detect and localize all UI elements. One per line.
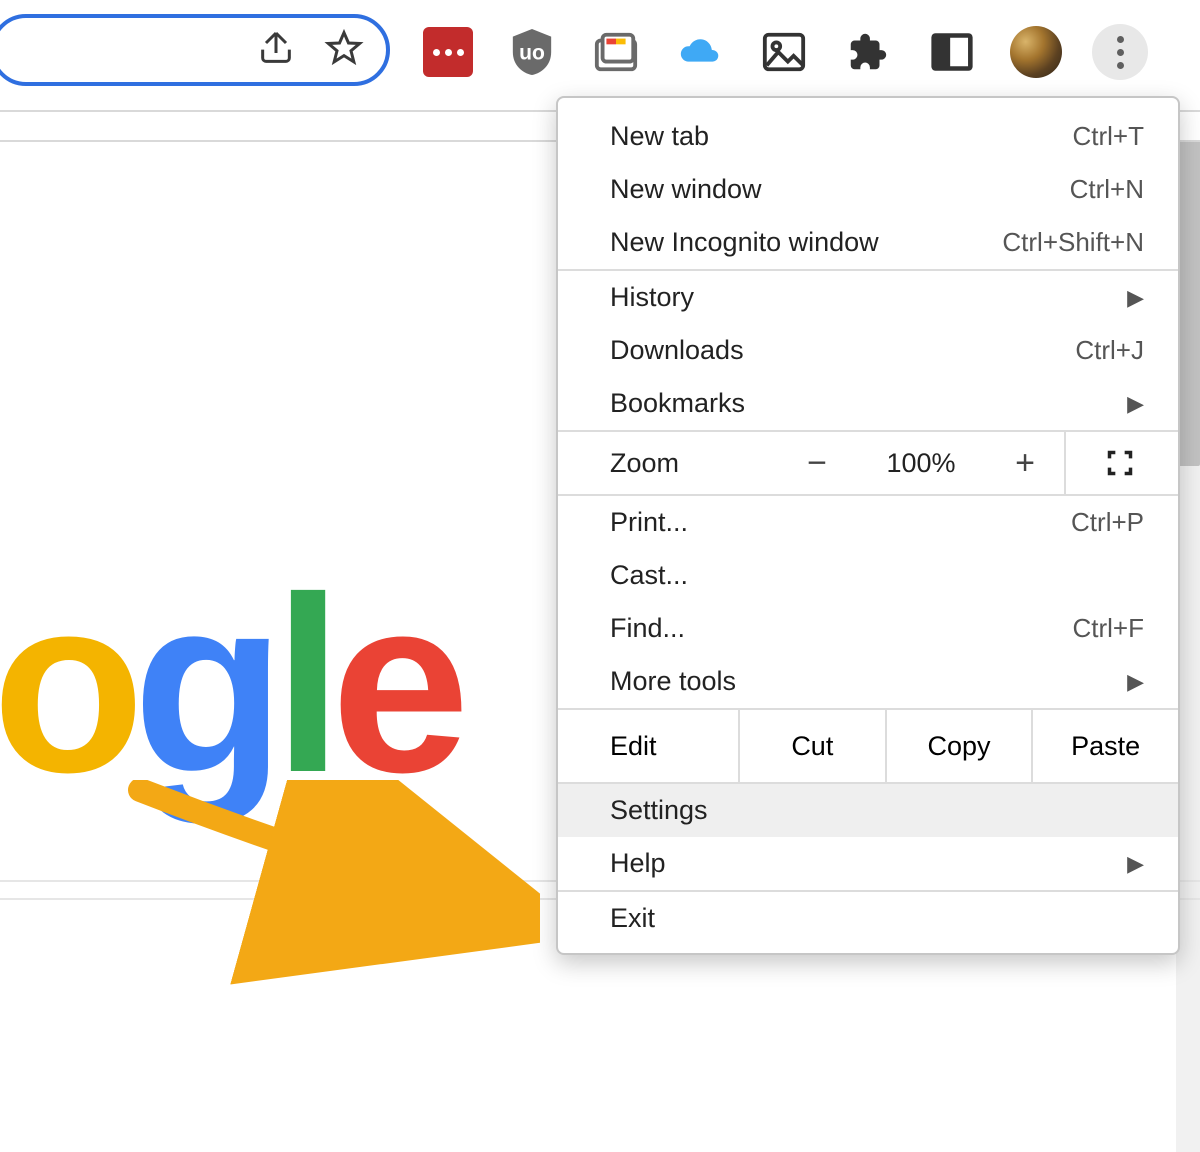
google-logo-g: g: [133, 545, 274, 824]
menu-new-incognito-label: New Incognito window: [610, 227, 1002, 258]
menu-print[interactable]: Print... Ctrl+P: [558, 496, 1178, 549]
ublock-icon[interactable]: uo: [504, 24, 560, 80]
extensions-icon[interactable]: [840, 24, 896, 80]
toolbar-icons: uo: [420, 24, 1148, 80]
zoom-value: 100%: [856, 432, 986, 494]
image-icon[interactable]: [756, 24, 812, 80]
menu-help-label: Help: [610, 848, 1117, 879]
address-bar[interactable]: [0, 14, 390, 86]
menu-settings[interactable]: Settings: [558, 784, 1178, 837]
menu-zoom-row: Zoom − 100% +: [558, 432, 1178, 494]
menu-print-shortcut: Ctrl+P: [1071, 507, 1144, 538]
google-logo-l: l: [273, 545, 330, 824]
edit-copy-button[interactable]: Copy: [885, 710, 1032, 782]
submenu-arrow-icon: ▶: [1127, 669, 1144, 695]
menu-downloads-shortcut: Ctrl+J: [1075, 335, 1144, 366]
menu-new-tab-label: New tab: [610, 121, 1073, 152]
menu-settings-label: Settings: [610, 795, 1144, 826]
menu-new-tab-shortcut: Ctrl+T: [1073, 121, 1145, 152]
google-logo: ogle: [0, 560, 458, 810]
menu-find[interactable]: Find... Ctrl+F: [558, 602, 1178, 655]
menu-downloads-label: Downloads: [610, 335, 1075, 366]
menu-new-incognito-shortcut: Ctrl+Shift+N: [1002, 227, 1144, 258]
side-panel-icon[interactable]: [924, 24, 980, 80]
menu-more-tools-label: More tools: [610, 666, 1117, 697]
menu-zoom-label: Zoom: [558, 448, 778, 479]
menu-new-window-label: New window: [610, 174, 1070, 205]
menu-more-tools[interactable]: More tools ▶: [558, 655, 1178, 708]
menu-exit[interactable]: Exit: [558, 892, 1178, 945]
edit-paste-button[interactable]: Paste: [1031, 710, 1178, 782]
fullscreen-button[interactable]: [1064, 432, 1174, 494]
menu-history-label: History: [610, 282, 1117, 313]
submenu-arrow-icon: ▶: [1127, 391, 1144, 417]
menu-cast-label: Cast...: [610, 560, 1144, 591]
menu-new-tab[interactable]: New tab Ctrl+T: [558, 110, 1178, 163]
menu-new-window-shortcut: Ctrl+N: [1070, 174, 1144, 205]
more-button[interactable]: [1092, 24, 1148, 80]
menu-new-incognito[interactable]: New Incognito window Ctrl+Shift+N: [558, 216, 1178, 269]
menu-bookmarks-label: Bookmarks: [610, 388, 1117, 419]
tab-stash-icon[interactable]: [588, 24, 644, 80]
menu-edit-label: Edit: [558, 710, 738, 782]
menu-downloads[interactable]: Downloads Ctrl+J: [558, 324, 1178, 377]
chrome-menu: New tab Ctrl+T New window Ctrl+N New Inc…: [556, 96, 1180, 955]
menu-exit-label: Exit: [610, 903, 1144, 934]
google-logo-e: e: [331, 545, 458, 824]
zoom-out-button[interactable]: −: [778, 432, 856, 494]
svg-text:uo: uo: [519, 42, 545, 65]
menu-find-shortcut: Ctrl+F: [1073, 613, 1145, 644]
edit-cut-button[interactable]: Cut: [738, 710, 885, 782]
zoom-in-button[interactable]: +: [986, 432, 1064, 494]
menu-history[interactable]: History ▶: [558, 271, 1178, 324]
menu-help[interactable]: Help ▶: [558, 837, 1178, 890]
share-icon[interactable]: [256, 28, 296, 73]
menu-find-label: Find...: [610, 613, 1073, 644]
submenu-arrow-icon: ▶: [1127, 851, 1144, 877]
menu-edit-row: Edit Cut Copy Paste: [558, 710, 1178, 782]
menu-new-window[interactable]: New window Ctrl+N: [558, 163, 1178, 216]
google-logo-o: o: [0, 545, 133, 824]
menu-cast[interactable]: Cast...: [558, 549, 1178, 602]
menu-print-label: Print...: [610, 507, 1071, 538]
submenu-arrow-icon: ▶: [1127, 285, 1144, 311]
profile-avatar[interactable]: [1008, 24, 1064, 80]
menu-bookmarks[interactable]: Bookmarks ▶: [558, 377, 1178, 430]
cloud-icon[interactable]: [672, 24, 728, 80]
star-icon[interactable]: [324, 28, 364, 73]
lastpass-icon[interactable]: [420, 24, 476, 80]
browser-toolbar: uo: [0, 0, 1200, 110]
